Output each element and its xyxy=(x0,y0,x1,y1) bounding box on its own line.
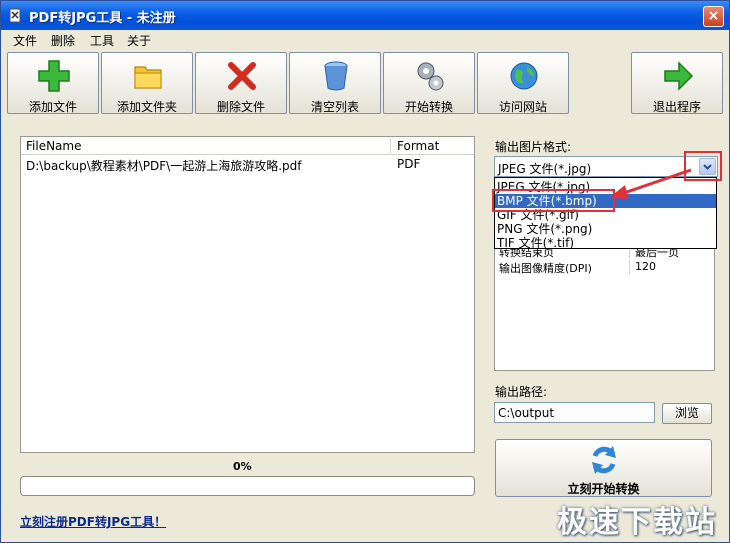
convert-now-button[interactable]: 立刻开始转换 xyxy=(495,439,712,497)
folder-icon xyxy=(134,66,162,89)
exit-button[interactable]: 退出程序 xyxy=(631,52,723,114)
window-title: PDF转JPG工具 - 未注册 xyxy=(29,11,176,26)
arrow-right-icon xyxy=(664,61,694,91)
browse-button[interactable]: 浏览 xyxy=(662,403,712,424)
refresh-icon xyxy=(592,446,616,474)
annotation-box xyxy=(492,189,615,212)
selected-format: JPEG 文件(*.jpg) xyxy=(498,162,592,176)
menu-tools[interactable]: 工具 xyxy=(90,32,114,49)
progress-bar xyxy=(20,476,475,496)
bin-icon xyxy=(324,61,348,91)
visit-site-button[interactable]: 访问网站 xyxy=(477,52,569,114)
column-separator xyxy=(390,138,391,153)
file-list[interactable]: FileName Format D:\backup\教程素材\PDF\一起游上海… xyxy=(20,136,475,453)
clear-list-button[interactable]: 清空列表 xyxy=(289,52,381,114)
delete-file-button[interactable]: 删除文件 xyxy=(195,52,287,114)
app-window: PDF转JPG工具 - 未注册 × 文件 删除 工具 关于 添加文件 添加文件夹… xyxy=(0,0,730,543)
property-row[interactable]: 输出图像精度(DPI) 120 xyxy=(495,260,714,275)
output-path-input[interactable]: C:\output xyxy=(494,402,655,423)
menu-file[interactable]: 文件 xyxy=(13,32,37,49)
format-option-png[interactable]: PNG 文件(*.png) xyxy=(495,222,716,236)
output-path-label: 输出路径: xyxy=(495,385,548,399)
toolbar: 添加文件 添加文件夹 删除文件 清空列表 开始转换 访问网站 退出程序 xyxy=(1,50,729,118)
gears-icon xyxy=(417,62,444,91)
progress-percent: 0% xyxy=(233,460,252,473)
row-filename: D:\backup\教程素材\PDF\一起游上海旅游攻略.pdf xyxy=(26,159,302,173)
watermark: 极速下载站 xyxy=(557,505,717,540)
register-link[interactable]: 立刻注册PDF转JPG工具！ xyxy=(20,513,166,530)
format-option-tif[interactable]: TIF 文件(*.tif) xyxy=(495,236,716,250)
menu-about[interactable]: 关于 xyxy=(127,32,151,49)
delete-x-icon xyxy=(228,62,256,90)
column-format[interactable]: Format xyxy=(397,139,439,153)
globe-icon xyxy=(510,62,538,90)
add-folder-button[interactable]: 添加文件夹 xyxy=(101,52,193,114)
output-format-label: 输出图片格式: xyxy=(495,140,572,154)
table-row[interactable]: D:\backup\教程素材\PDF\一起游上海旅游攻略.pdf PDF xyxy=(21,156,474,173)
column-filename[interactable]: FileName xyxy=(26,139,81,153)
menu-delete[interactable]: 删除 xyxy=(51,32,75,49)
start-convert-button[interactable]: 开始转换 xyxy=(383,52,475,114)
close-button[interactable]: × xyxy=(703,6,724,27)
add-file-button[interactable]: 添加文件 xyxy=(7,52,99,114)
menu-bar: 文件 删除 工具 关于 xyxy=(1,30,729,50)
row-format: PDF xyxy=(397,157,421,171)
app-icon xyxy=(9,8,21,23)
annotation-arrow xyxy=(609,168,692,199)
title-bar: PDF转JPG工具 - 未注册 × xyxy=(1,1,729,30)
plus-icon xyxy=(38,60,70,92)
list-header: FileName Format xyxy=(21,137,474,155)
